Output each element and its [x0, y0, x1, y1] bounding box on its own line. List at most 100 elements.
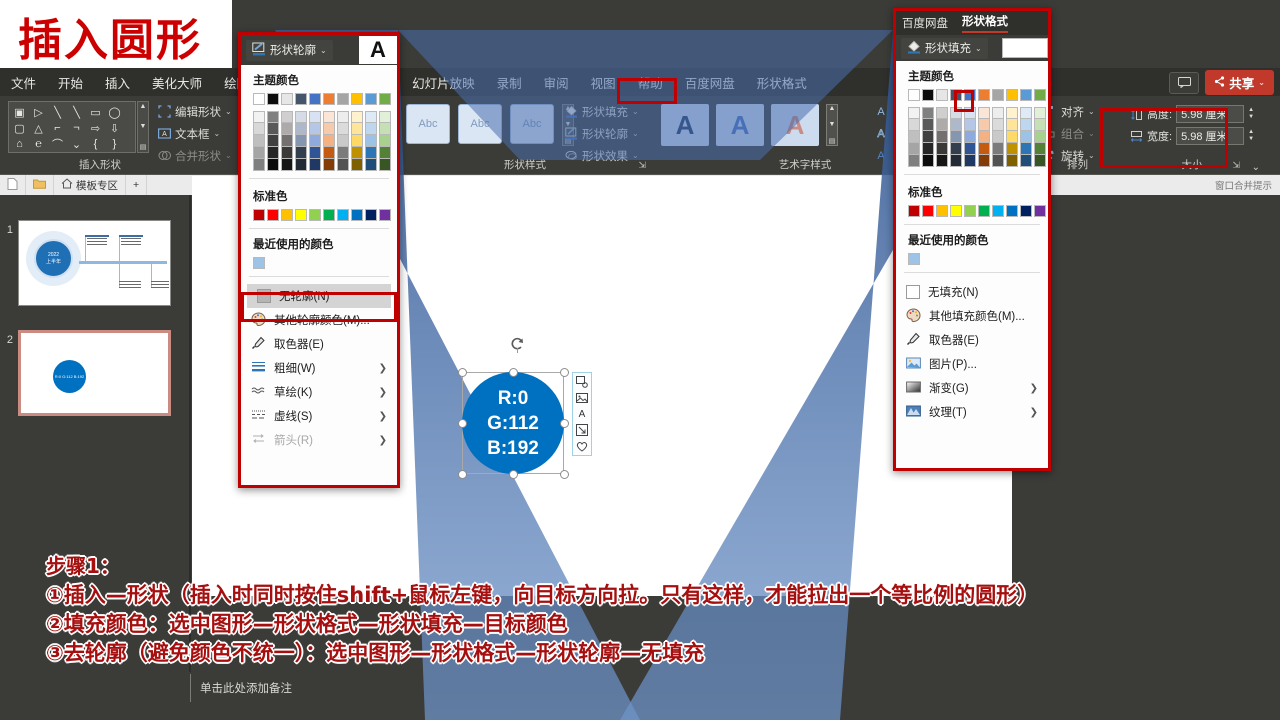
- collapse-ribbon-icon[interactable]: ⌄: [1252, 162, 1260, 173]
- fill-dropdown-tab-baidu[interactable]: 百度网盘: [902, 15, 948, 31]
- shape-fill-dropdown[interactable]: 百度网盘 形状格式 形状填充 ⌄ 主题颜色 标准色 最近使用的颜色 无填充(N)…: [893, 8, 1051, 471]
- fill-var-col-2[interactable]: [936, 107, 948, 167]
- fill-var-col-4[interactable]: [964, 107, 976, 167]
- menu-item-no-outline[interactable]: 无轮廓(N): [247, 284, 391, 308]
- outline-theme-swatches[interactable]: [241, 93, 397, 105]
- shape-freeform-icon[interactable]: ℮: [29, 136, 48, 152]
- thumbnail-preview-2[interactable]: R:0 G:112 B:192: [18, 330, 171, 416]
- share-button[interactable]: 共享 ⌄: [1205, 70, 1274, 95]
- menu-item-texture[interactable]: 纹理(T) ❯: [896, 400, 1048, 424]
- shape-outline-dropdown[interactable]: 形状轮廓 ⌄ A 主题颜色 标准色 最近使用的颜色 无轮廓(N) 其他轮廓颜色(…: [238, 32, 400, 488]
- handle-bottom-left[interactable]: [457, 469, 467, 479]
- outline-std-sw-5[interactable]: [323, 209, 335, 221]
- outline-var-col-5[interactable]: [323, 111, 335, 171]
- outline-var-col-1[interactable]: [267, 111, 279, 171]
- shape-roundrect-icon[interactable]: ▢: [10, 120, 29, 136]
- fill-std-sw-3[interactable]: [950, 205, 962, 217]
- outline-theme-sw-9[interactable]: [379, 93, 391, 105]
- fill-theme-sw-4[interactable]: [964, 89, 976, 101]
- shape-line2-icon[interactable]: ╲: [67, 104, 86, 120]
- shape-rect-icon[interactable]: ▭: [86, 104, 105, 120]
- outline-var-col-4[interactable]: [309, 111, 321, 171]
- fill-std-sw-2[interactable]: [936, 205, 948, 217]
- handle-top-right[interactable]: [559, 367, 569, 377]
- handle-middle-right[interactable]: [559, 418, 569, 428]
- shape-elbow2-icon[interactable]: ¬: [67, 120, 86, 136]
- fill-std-sw-4[interactable]: [964, 205, 976, 217]
- shape-elbow-icon[interactable]: ⌐: [48, 120, 67, 136]
- outline-theme-sw-2[interactable]: [281, 93, 293, 105]
- shape-outline-trigger[interactable]: 形状轮廓 ⌄: [246, 39, 333, 61]
- circle-shape[interactable]: R:0 G:112 B:192: [462, 372, 564, 474]
- tab-shape-format[interactable]: 形状格式: [748, 69, 816, 96]
- outline-theme-sw-1[interactable]: [267, 93, 279, 105]
- tab-beautify[interactable]: 美化大师: [143, 69, 211, 96]
- outline-std-sw-3[interactable]: [295, 209, 307, 221]
- width-input[interactable]: 5.98 厘米: [1176, 127, 1245, 145]
- tab-help[interactable]: 帮助: [629, 69, 672, 96]
- tab-slideshow[interactable]: 幻灯片放映: [403, 69, 484, 96]
- handle-top-center[interactable]: [508, 367, 518, 377]
- size-dialog-launcher[interactable]: ⇲: [1232, 160, 1240, 171]
- shape-style-thumb-1[interactable]: Abc: [406, 104, 450, 144]
- menu-item-more-outline-colors[interactable]: 其他轮廓颜色(M)...: [241, 308, 397, 332]
- menu-item-sketch[interactable]: 草绘(K) ❯: [241, 380, 397, 404]
- menu-item-eyedropper-fill[interactable]: 取色器(E): [896, 328, 1048, 352]
- outline-std-sw-9[interactable]: [379, 209, 391, 221]
- wordart-thumb-3[interactable]: A: [771, 104, 819, 146]
- shape-line-icon[interactable]: ╲: [48, 104, 67, 120]
- fill-dropdown-tab-shape-format[interactable]: 形状格式: [962, 13, 1008, 33]
- wordart-styles-scrollbar[interactable]: ▲ ▼ ▤: [826, 104, 838, 146]
- outline-theme-sw-3[interactable]: [295, 93, 307, 105]
- shape-fill-trigger[interactable]: 形状填充 ⌄: [901, 37, 988, 59]
- menu-item-eyedropper-outline[interactable]: 取色器(E): [241, 332, 397, 356]
- wordart-thumb-2[interactable]: A: [716, 104, 764, 146]
- notes-placeholder[interactable]: 单击此处添加备注: [200, 680, 292, 696]
- outline-theme-sw-8[interactable]: [365, 93, 377, 105]
- shape-styles-dialog-launcher[interactable]: ⇲: [638, 160, 646, 171]
- fill-theme-sw-2[interactable]: [936, 89, 948, 101]
- fill-std-sw-9[interactable]: [1034, 205, 1046, 217]
- thumbnail-item-1[interactable]: 1 2022 上半年: [0, 220, 171, 306]
- fill-var-col-0[interactable]: [908, 107, 920, 167]
- heart-icon[interactable]: [575, 439, 589, 453]
- width-stepper[interactable]: ▲ ▼: [1248, 129, 1254, 143]
- fill-std-sw-6[interactable]: [992, 205, 1004, 217]
- outline-theme-sw-5[interactable]: [323, 93, 335, 105]
- fill-std-sw-0[interactable]: [908, 205, 920, 217]
- tab-home[interactable]: 开始: [49, 69, 92, 96]
- textbox-button[interactable]: A 文本框 ⌄: [158, 125, 232, 142]
- handle-bottom-right[interactable]: [559, 469, 569, 479]
- shape-triangle-icon[interactable]: △: [29, 120, 48, 136]
- fill-var-col-5[interactable]: [978, 107, 990, 167]
- scroll-down-icon[interactable]: ▼: [140, 123, 147, 130]
- scroll-more-icon[interactable]: ▤: [829, 137, 836, 145]
- outline-theme-sw-4[interactable]: [309, 93, 321, 105]
- bookmark-page-button[interactable]: [0, 175, 26, 195]
- wordart-thumb-1[interactable]: A: [661, 104, 709, 146]
- text-options-icon[interactable]: A: [575, 407, 589, 421]
- fill-theme-sw-6[interactable]: [992, 89, 1004, 101]
- fill-theme-sw-8[interactable]: [1020, 89, 1032, 101]
- menu-item-gradient[interactable]: 渐变(G) ❯: [896, 376, 1048, 400]
- fill-std-sw-1[interactable]: [922, 205, 934, 217]
- tab-record[interactable]: 录制: [488, 69, 531, 96]
- fill-theme-sw-1[interactable]: [922, 89, 934, 101]
- fill-var-col-9[interactable]: [1034, 107, 1046, 167]
- fill-theme-sw-3[interactable]: [950, 89, 962, 101]
- tab-review[interactable]: 审阅: [535, 69, 578, 96]
- shape-fill-button[interactable]: 形状填充 ⌄: [565, 103, 639, 120]
- fill-theme-variants[interactable]: [896, 107, 1048, 167]
- shape-oval-icon[interactable]: ◯: [105, 104, 124, 120]
- selected-shape[interactable]: R:0 G:112 B:192 A: [448, 337, 592, 494]
- fill-std-sw-5[interactable]: [978, 205, 990, 217]
- thumbnail-preview-1[interactable]: 2022 上半年: [18, 220, 171, 306]
- shape-style-thumb-2[interactable]: Abc: [458, 104, 502, 144]
- fill-var-col-7[interactable]: [1006, 107, 1018, 167]
- comment-icon[interactable]: [1169, 71, 1200, 94]
- outline-std-sw-4[interactable]: [309, 209, 321, 221]
- height-input[interactable]: 5.98 厘米: [1176, 105, 1245, 123]
- fill-std-sw-7[interactable]: [1006, 205, 1018, 217]
- shape-brace-left-icon[interactable]: {: [86, 136, 105, 152]
- menu-item-no-fill[interactable]: 无填充(N): [896, 280, 1048, 304]
